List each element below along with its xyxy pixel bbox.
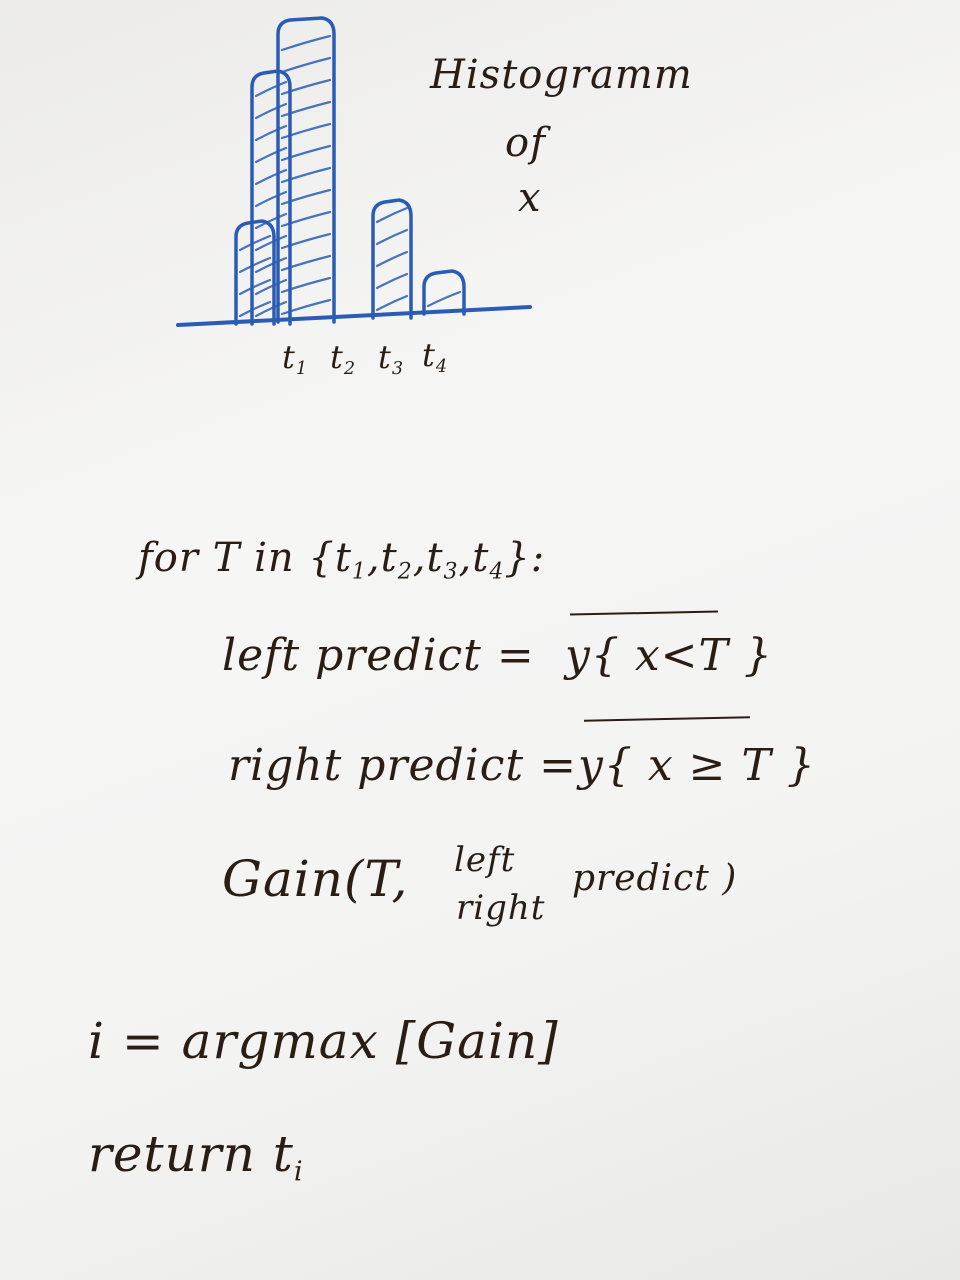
tick-label-t4: t4 — [422, 336, 449, 378]
tick-label-t3: t3 — [378, 338, 405, 380]
tick-label-t1: t1 — [282, 338, 309, 380]
for-loop-line: for T in {t1,t2,t3,t4}: — [138, 535, 546, 585]
whiteboard: Histogramm of x t1 t2 t3 t4 for T in {t1… — [0, 0, 960, 1280]
histogram-hatch — [280, 34, 332, 52]
histogram-title-line-2: of — [505, 120, 546, 166]
histogram-title-line-1: Histogramm — [430, 52, 693, 98]
argmax-line: i = argmax [Gain] — [88, 1012, 559, 1070]
histogram-hatch — [426, 290, 462, 308]
histogram-hatch — [238, 256, 272, 274]
right-predict-label: right predict = — [228, 740, 577, 791]
gain-left-word: left — [454, 840, 516, 880]
histogram-hatch — [375, 294, 409, 312]
histogram-hatch — [280, 56, 332, 74]
left-predict-expr: y{ x<T } — [565, 630, 773, 681]
histogram-hatch — [375, 228, 409, 246]
histogram-baseline — [176, 305, 532, 327]
right-predict-expr: y{ x ≥ T } — [578, 740, 816, 791]
return-line: return ti — [88, 1125, 304, 1188]
gain-suffix: predict ) — [572, 858, 738, 899]
histogram-hatch — [238, 300, 272, 318]
histogram-hatch — [238, 278, 272, 296]
histogram-hatch — [375, 206, 409, 224]
histogram-hatch — [238, 234, 272, 252]
left-predict-label: left predict = — [222, 630, 535, 681]
histogram-hatch — [375, 250, 409, 268]
gain-prefix: Gain(T, — [222, 850, 409, 908]
gain-right-word: right — [456, 888, 546, 928]
histogram-title-line-3: x — [518, 175, 542, 221]
histogram-hatch — [375, 272, 409, 290]
tick-label-t2: t2 — [330, 338, 357, 380]
